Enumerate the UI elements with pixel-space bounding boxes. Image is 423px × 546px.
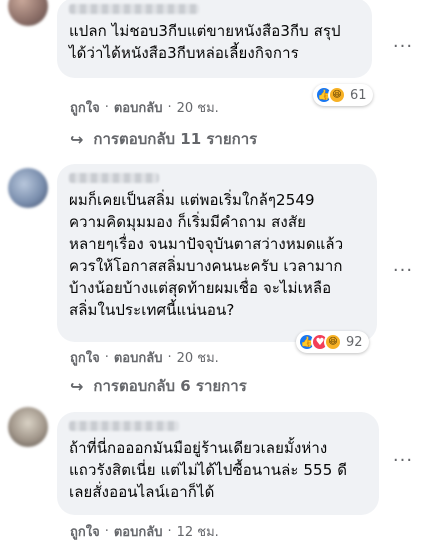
reaction-count: 92 <box>346 334 363 350</box>
comment-actions: ถูกใจ · ตอบกลับ · 12 ชม. <box>70 521 219 542</box>
reply-action[interactable]: ตอบกลับ <box>114 97 163 118</box>
author-name-blurred[interactable] <box>69 421 179 431</box>
replies-label: การตอบกลับ 6 รายการ <box>93 377 247 395</box>
author-name-blurred[interactable] <box>69 173 159 183</box>
timestamp[interactable]: 20 ชม. <box>177 97 219 118</box>
comment-bubble: แปลก ไม่ชอบ3กีบแต่ขายหนังสือ3กีบ สรุป ได… <box>57 0 372 78</box>
more-options-icon[interactable]: ··· <box>392 262 414 284</box>
replies-label: การตอบกลับ 11 รายการ <box>93 130 258 148</box>
haha-icon: 😆 <box>324 333 342 351</box>
comment-bubble: ถ้าที่นี่กอออกมันมือยู่ร้านเดียวเลยมั้งห… <box>57 412 379 515</box>
avatar[interactable] <box>8 0 48 26</box>
author-name-blurred[interactable] <box>69 4 199 14</box>
more-options-icon[interactable]: ··· <box>392 452 414 474</box>
comment-actions: ถูกใจ · ตอบกลับ · 20 ชม. <box>70 347 219 368</box>
comment-bubble: ผมก็เคยเป็นสลิ่ม แต่พอเริ่มใกล้ๆ2549 ควา… <box>57 164 377 342</box>
like-action[interactable]: ถูกใจ <box>70 97 100 118</box>
comment-actions: ถูกใจ · ตอบกลับ · 20 ชม. <box>70 97 219 118</box>
reply-arrow-icon: ↪ <box>70 129 84 149</box>
timestamp[interactable]: 12 ชม. <box>177 521 219 542</box>
reply-action[interactable]: ตอบกลับ <box>114 347 163 368</box>
reply-arrow-icon: ↪ <box>70 376 84 396</box>
reaction-summary[interactable]: 👍 ♥ 😆 92 <box>296 331 369 353</box>
like-action[interactable]: ถูกใจ <box>70 521 100 542</box>
comment-text: ผมก็เคยเป็นสลิ่ม แต่พอเริ่มใกล้ๆ2549 ควา… <box>69 191 344 319</box>
reply-action[interactable]: ตอบกลับ <box>114 521 163 542</box>
more-options-icon[interactable]: ··· <box>392 38 414 60</box>
avatar[interactable] <box>8 407 48 447</box>
view-replies-link[interactable]: ↪ การตอบกลับ 6 รายการ <box>70 374 247 398</box>
reaction-count: 61 <box>350 87 367 103</box>
reaction-summary[interactable]: 👍 😆 61 <box>313 84 373 106</box>
timestamp[interactable]: 20 ชม. <box>177 347 219 368</box>
avatar[interactable] <box>8 168 48 208</box>
comment-text: ถ้าที่นี่กอออกมันมือยู่ร้านเดียวเลยมั้งห… <box>69 439 348 501</box>
view-replies-link[interactable]: ↪ การตอบกลับ 11 รายการ <box>70 127 257 151</box>
haha-icon: 😆 <box>328 86 346 104</box>
like-action[interactable]: ถูกใจ <box>70 347 100 368</box>
comment-text: แปลก ไม่ชอบ3กีบแต่ขายหนังสือ3กีบ สรุป ได… <box>69 22 341 62</box>
